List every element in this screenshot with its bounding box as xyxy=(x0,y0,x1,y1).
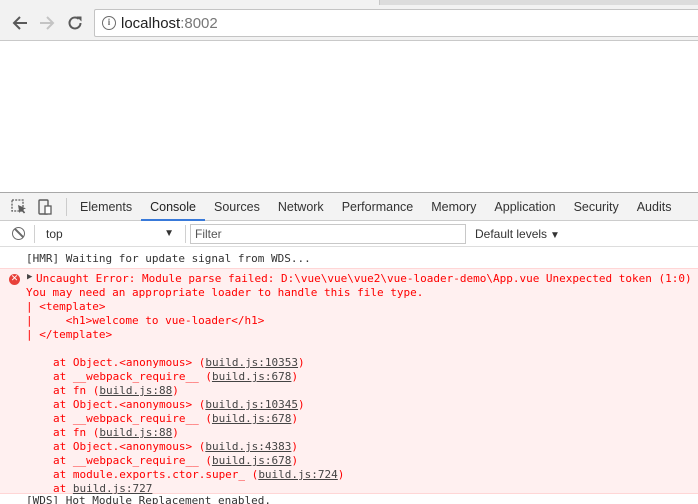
stack-frame-function: at module.exports.ctor.super_ ( xyxy=(53,468,259,481)
stack-frame-function: at __webpack_require__ ( xyxy=(53,370,212,383)
stack-frame: at fn (build.js:88) xyxy=(26,384,698,398)
devtools-tabbar: Elements Console Sources Network Perform… xyxy=(0,193,698,221)
clear-console-icon[interactable] xyxy=(12,227,25,240)
console-error-message: ✕ ▶ Uncaught Error: Module parse failed:… xyxy=(0,268,698,496)
tab-memory[interactable]: Memory xyxy=(422,193,485,221)
device-toolbar-icon[interactable] xyxy=(36,199,52,215)
stack-frame-link[interactable]: build.js:678 xyxy=(212,412,291,425)
stack-frame: at Object.<anonymous> (build.js:10345) xyxy=(26,398,698,412)
stack-frame-link[interactable]: build.js:88 xyxy=(99,384,172,397)
stack-frame-function: at Object.<anonymous> ( xyxy=(53,356,206,369)
log-levels-dropdown[interactable]: Default levels ▼ xyxy=(475,224,560,244)
inspect-element-icon[interactable] xyxy=(11,199,27,215)
console-filter-bar: top ▼ Default levels▼ xyxy=(0,221,698,247)
stack-frame-link[interactable]: build.js:678 xyxy=(212,454,291,467)
devtools-panel: Elements Console Sources Network Perform… xyxy=(0,192,698,504)
tab-network[interactable]: Network xyxy=(269,193,333,221)
stack-frame-tail: ) xyxy=(291,454,299,467)
forward-button[interactable] xyxy=(35,11,59,35)
filterbar-divider xyxy=(34,225,35,243)
url-text: localhost:8002 xyxy=(121,15,218,32)
tabbar-divider xyxy=(66,198,67,216)
stack-frame-tail: ) xyxy=(337,468,345,481)
url-port: :8002 xyxy=(180,15,218,32)
tab-application[interactable]: Application xyxy=(485,193,564,221)
arrow-right-icon xyxy=(40,16,55,30)
console-log-message-partial: [WDS] Hot Module Replacement enabled. xyxy=(26,494,272,504)
stack-frame: at fn (build.js:88) xyxy=(26,426,698,440)
error-detail-line: | <h1>welcome to vue-loader</h1> xyxy=(26,314,265,327)
stack-frame-tail: ) xyxy=(172,384,179,397)
context-value: top xyxy=(46,227,63,241)
tab-audits[interactable]: Audits xyxy=(628,193,681,221)
tab-performance[interactable]: Performance xyxy=(333,193,423,221)
stack-frame-function: at Object.<anonymous> ( xyxy=(53,398,206,411)
stack-frame-function: at fn ( xyxy=(53,384,100,397)
context-selector[interactable]: top ▼ xyxy=(40,224,180,244)
stack-frame-tail: ) xyxy=(291,440,299,453)
browser-toolbar: i localhost:8002 xyxy=(0,5,698,41)
tab-security[interactable]: Security xyxy=(565,193,628,221)
stack-frame-link[interactable]: build.js:88 xyxy=(99,426,172,439)
tab-sources[interactable]: Sources xyxy=(205,193,269,221)
stack-frame-tail: ) xyxy=(291,370,299,383)
address-bar[interactable]: i localhost:8002 xyxy=(94,9,698,37)
stack-frame-tail: ) xyxy=(298,356,305,369)
tab-console[interactable]: Console xyxy=(141,193,205,221)
stack-frame: at __webpack_require__ (build.js:678) xyxy=(26,454,698,468)
error-message-line[interactable]: Uncaught Error: Module parse failed: D:\… xyxy=(26,272,698,286)
stack-frame-tail: ) xyxy=(298,398,305,411)
stack-frame-tail: ) xyxy=(172,426,179,439)
arrow-left-icon xyxy=(12,16,27,30)
filterbar-divider xyxy=(185,225,186,243)
error-detail-line: | </template> xyxy=(26,328,113,341)
stack-frame: at module.exports.ctor.super_ (build.js:… xyxy=(26,468,698,482)
stack-frame-link[interactable]: build.js:10353 xyxy=(205,356,298,369)
error-stack-trace: at Object.<anonymous> (build.js:10353) at… xyxy=(26,356,698,496)
stack-frame-link[interactable]: build.js:10345 xyxy=(205,398,298,411)
console-output: [HMR] Waiting for update signal from WDS… xyxy=(0,247,698,504)
reload-button[interactable] xyxy=(63,11,87,35)
filter-input[interactable] xyxy=(190,224,466,244)
back-button[interactable] xyxy=(8,11,32,35)
stack-frame-function: at __webpack_require__ ( xyxy=(53,454,212,467)
console-log-message: [HMR] Waiting for update signal from WDS… xyxy=(0,249,698,269)
stack-frame-link[interactable]: build.js:724 xyxy=(258,468,337,481)
caret-down-icon: ▼ xyxy=(550,230,560,241)
error-icon: ✕ xyxy=(9,274,20,285)
info-icon[interactable]: i xyxy=(102,16,116,30)
stack-frame: at __webpack_require__ (build.js:678) xyxy=(26,370,698,384)
page-viewport xyxy=(0,42,698,192)
stack-frame-tail: ) xyxy=(291,412,299,425)
stack-frame: at __webpack_require__ (build.js:678) xyxy=(26,412,698,426)
url-host: localhost xyxy=(121,15,181,32)
stack-frame: at Object.<anonymous> (build.js:4383) xyxy=(26,440,698,454)
stack-frame-function: at fn ( xyxy=(53,426,100,439)
tab-elements[interactable]: Elements xyxy=(71,193,141,221)
caret-down-icon: ▼ xyxy=(164,228,174,239)
devtools-tabs: Elements Console Sources Network Perform… xyxy=(71,193,680,221)
reload-icon xyxy=(68,16,82,30)
stack-frame-function: at Object.<anonymous> ( xyxy=(53,440,206,453)
stack-frame-link[interactable]: build.js:678 xyxy=(212,370,291,383)
log-levels-label: Default levels xyxy=(475,227,548,241)
error-detail-line xyxy=(26,342,698,356)
stack-frame: at Object.<anonymous> (build.js:10353) xyxy=(26,356,698,370)
stack-frame-link[interactable]: build.js:4383 xyxy=(205,440,291,453)
error-detail-line: | <template> xyxy=(26,300,106,313)
error-detail-line: You may need an appropriate loader to ha… xyxy=(26,286,424,299)
stack-frame-function: at __webpack_require__ ( xyxy=(53,412,212,425)
error-body: Uncaught Error: Module parse failed: D:\… xyxy=(26,272,698,496)
